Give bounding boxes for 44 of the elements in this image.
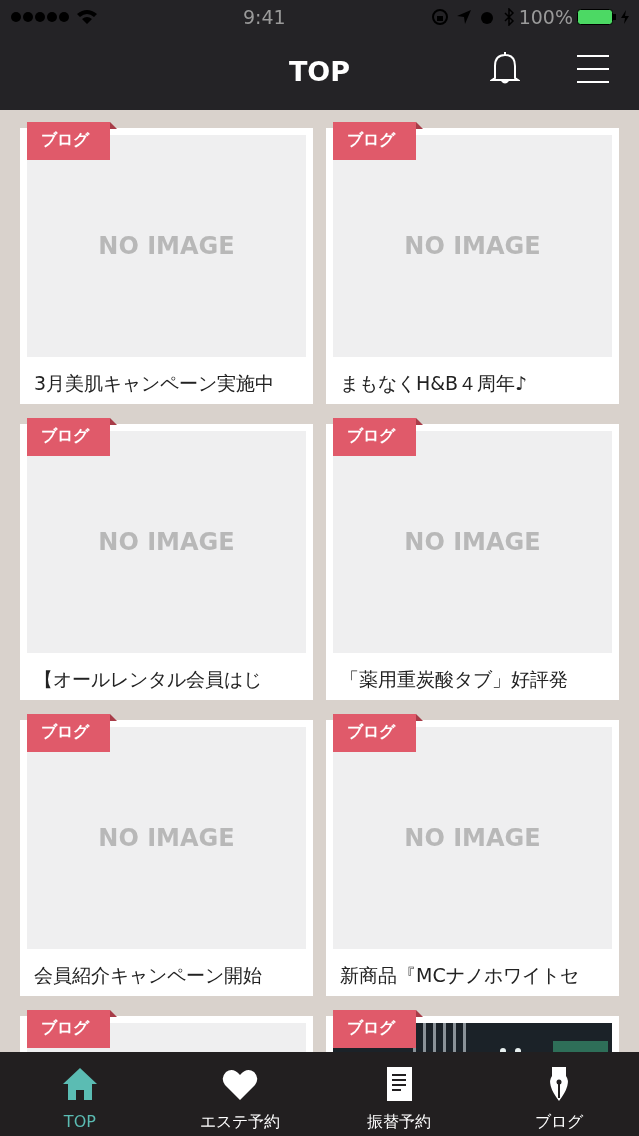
- post-title: 【オールレンタル会員はじ: [33, 667, 263, 692]
- placeholder-text: NO IMAGE: [98, 231, 235, 262]
- tag-fold-icon: [416, 122, 423, 129]
- menu-icon[interactable]: [576, 54, 610, 84]
- tag-fold-icon: [110, 714, 117, 721]
- tag-fold-icon: [416, 714, 423, 721]
- charging-icon: [621, 10, 629, 24]
- rotation-lock-icon: [430, 8, 449, 26]
- wifi-icon: [76, 9, 98, 25]
- tag-fold-icon: [416, 418, 423, 425]
- category-tag: ブログ: [27, 122, 110, 160]
- battery-icon: [577, 9, 617, 25]
- tab-item[interactable]: 振替予約: [319, 1052, 480, 1136]
- tag-fold-icon: [416, 1010, 423, 1017]
- placeholder-text: NO IMAGE: [404, 231, 541, 262]
- tag-fold-icon: [110, 122, 117, 129]
- placeholder-text: NO IMAGE: [98, 823, 235, 854]
- bell-icon[interactable]: [490, 50, 520, 86]
- signal-icon: [10, 11, 72, 23]
- post-title: まもなくH&B４周年♪: [339, 371, 529, 396]
- location-icon: [456, 10, 471, 24]
- tag-fold-icon: [110, 418, 117, 425]
- post-title: 会員紹介キャンペーン開始: [33, 963, 263, 988]
- category-tag: ブログ: [27, 714, 110, 752]
- category-tag: ブログ: [333, 122, 416, 160]
- category-tag: ブログ: [333, 714, 416, 752]
- category-tag: ブログ: [333, 418, 416, 456]
- battery-percentage: 100%: [518, 4, 573, 30]
- category-tag: ブログ: [27, 418, 110, 456]
- tag-fold-icon: [110, 1010, 117, 1017]
- placeholder-text: NO IMAGE: [404, 527, 541, 558]
- bluetooth-icon: [502, 8, 515, 26]
- category-tag: ブログ: [27, 1010, 110, 1048]
- post-title: 3月美肌キャンペーン実施中: [33, 371, 276, 396]
- page-title: TOP: [288, 54, 351, 89]
- post-title: 「薬用重炭酸タブ」好評発: [339, 667, 569, 692]
- placeholder-text: NO IMAGE: [98, 527, 235, 558]
- tab-item[interactable]: ブログ: [479, 1052, 639, 1136]
- tab-item[interactable]: エステ予約: [159, 1052, 320, 1136]
- placeholder-text: NO IMAGE: [404, 823, 541, 854]
- post-title: 新商品『MCナノホワイトセ: [339, 963, 580, 988]
- category-tag: ブログ: [333, 1010, 416, 1048]
- status-time: 9:41: [242, 4, 287, 30]
- tab-item[interactable]: TOP: [0, 1052, 160, 1136]
